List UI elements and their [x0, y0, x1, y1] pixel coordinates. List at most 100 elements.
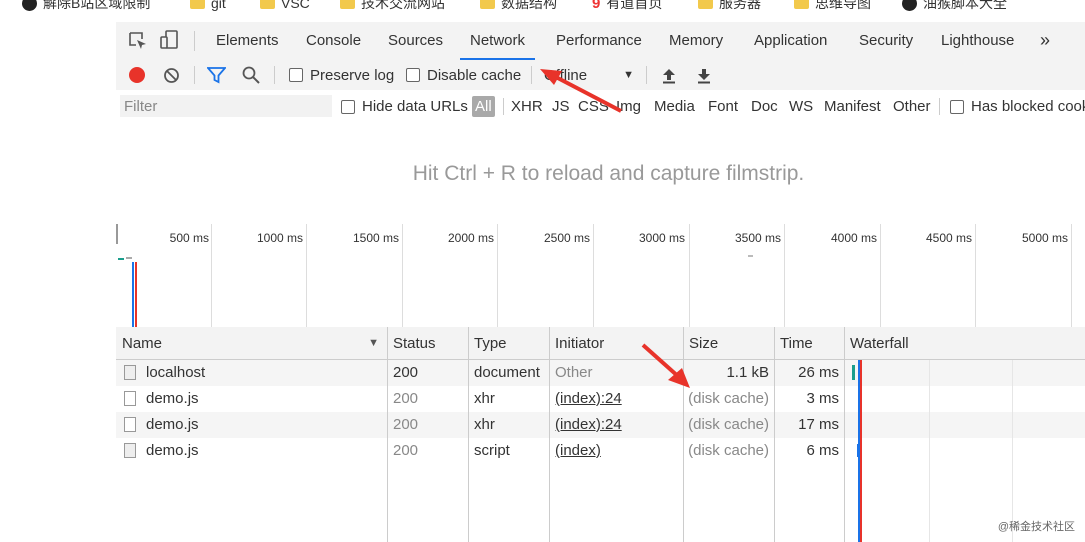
tab-lighthouse[interactable]: Lighthouse	[941, 22, 1014, 59]
tab-console[interactable]: Console	[306, 22, 361, 59]
throttling-select[interactable]: Offline ▼	[544, 60, 634, 90]
load-event-line	[860, 360, 862, 542]
circle-logo-icon	[22, 0, 37, 11]
filter-input[interactable]	[120, 95, 332, 117]
timeline-gridline	[689, 224, 690, 327]
timeline-gridline	[402, 224, 403, 327]
divider	[503, 98, 504, 115]
timeline-gridline	[784, 224, 785, 327]
timeline-tick-label: 2500 ms	[543, 231, 590, 245]
checkbox-box	[341, 99, 355, 114]
bookmark-item[interactable]: 油猴脚本大全	[902, 0, 1007, 13]
hide-data-urls-checkbox[interactable]: Hide data URLs	[341, 90, 468, 123]
timeline-tick-label: 3500 ms	[734, 231, 781, 245]
filter-type-all[interactable]: All	[472, 90, 495, 123]
bookmark-item[interactable]: 数据结构	[480, 0, 557, 13]
column-divider[interactable]	[387, 327, 388, 542]
tab-network[interactable]: Network	[459, 22, 536, 60]
timeline-tick-label: 5000 ms	[1021, 231, 1068, 245]
filter-type-other[interactable]: Other	[893, 90, 931, 123]
bookmark-item[interactable]: 服务器	[698, 0, 761, 13]
download-icon	[698, 68, 710, 83]
tab-security[interactable]: Security	[859, 22, 913, 59]
bookmark-item[interactable]: 思维导图	[794, 0, 871, 13]
column-divider[interactable]	[774, 327, 775, 542]
column-header-time[interactable]: Time	[774, 327, 844, 360]
folder-icon	[260, 0, 275, 9]
tab-performance[interactable]: Performance	[556, 22, 642, 59]
export-har-button[interactable]	[696, 60, 712, 90]
initiator-link[interactable]: (index)	[555, 442, 601, 459]
checkbox-box	[289, 68, 303, 82]
more-tabs-button[interactable]: »	[1040, 22, 1050, 59]
folder-icon	[698, 0, 713, 9]
bookmark-item[interactable]: VSC	[260, 0, 310, 13]
filter-type-font[interactable]: Font	[708, 90, 738, 123]
filter-bar: Hide data URLs All XHR JS CSS Img Media …	[116, 90, 1085, 124]
column-divider[interactable]	[468, 327, 469, 542]
clear-button[interactable]	[163, 60, 180, 90]
tab-application[interactable]: Application	[754, 22, 827, 59]
record-button[interactable]	[128, 60, 146, 90]
bookmark-item[interactable]: 解除B站区域限制	[22, 0, 150, 13]
initiator-link[interactable]: (index):24	[555, 416, 622, 433]
import-har-button[interactable]	[661, 60, 677, 90]
filter-type-css[interactable]: CSS	[578, 90, 609, 123]
preserve-log-checkbox[interactable]: Preserve log	[289, 60, 394, 90]
column-divider[interactable]	[683, 327, 684, 542]
filter-type-js[interactable]: JS	[552, 90, 570, 123]
timeline-tick-label: 2000 ms	[447, 231, 494, 245]
search-icon	[242, 66, 260, 84]
has-blocked-cookies-checkbox[interactable]: Has blocked cookies	[950, 90, 1085, 123]
waterfall-bar	[852, 365, 855, 380]
devtools-panel: Elements Console Sources Network Perform…	[116, 13, 1085, 542]
column-header-size[interactable]: Size	[683, 327, 774, 360]
tab-elements[interactable]: Elements	[216, 22, 279, 59]
device-toolbar-icon[interactable]	[160, 30, 180, 53]
filter-type-xhr[interactable]: XHR	[511, 90, 543, 123]
column-divider[interactable]	[549, 327, 550, 542]
filter-type-media[interactable]: Media	[654, 90, 695, 123]
overview-request-bar	[118, 258, 124, 260]
tab-sources[interactable]: Sources	[388, 22, 443, 59]
bookmark-item[interactable]: 技术交流网站	[340, 0, 445, 13]
filmstrip-pane: Hit Ctrl + R to reload and capture films…	[116, 123, 1085, 225]
document-file-icon	[124, 365, 136, 380]
search-button[interactable]	[242, 60, 260, 90]
column-divider[interactable]	[844, 327, 845, 542]
circle-logo-icon	[902, 0, 917, 11]
bookmark-item[interactable]: git	[190, 0, 226, 13]
tab-memory[interactable]: Memory	[669, 22, 723, 59]
folder-icon	[794, 0, 809, 9]
overview-request-bar	[126, 257, 132, 259]
timeline-tick-label: 500 ms	[169, 231, 209, 245]
timeline-tick-label: 4000 ms	[830, 231, 877, 245]
timeline-handle-left[interactable]	[116, 224, 118, 244]
filter-type-doc[interactable]: Doc	[751, 90, 778, 123]
waterfall-gridline	[929, 360, 930, 542]
column-header-waterfall[interactable]: Waterfall	[844, 327, 1085, 360]
filter-type-manifest[interactable]: Manifest	[824, 90, 881, 123]
disable-cache-checkbox[interactable]: Disable cache	[406, 60, 521, 90]
page-viewport	[0, 13, 117, 542]
filter-type-ws[interactable]: WS	[789, 90, 813, 123]
column-header-type[interactable]: Type	[468, 327, 549, 360]
filter-type-img[interactable]: Img	[616, 90, 641, 123]
script-file-icon	[124, 443, 136, 458]
table-row[interactable]: demo.js 200 script (index) (disk cache) …	[116, 438, 1085, 464]
dropdown-arrow-icon: ▼	[623, 69, 634, 81]
timeline-gridline	[593, 224, 594, 327]
table-row[interactable]: demo.js 200 xhr (index):24 (disk cache) …	[116, 386, 1085, 412]
upload-icon	[663, 68, 675, 83]
divider	[939, 98, 940, 115]
inspect-element-icon[interactable]	[128, 31, 148, 54]
table-row[interactable]: localhost 200 document Other 1.1 kB 26 m…	[116, 360, 1085, 386]
initiator-link[interactable]: (index):24	[555, 390, 622, 407]
bookmark-item[interactable]: 9 有道首页	[592, 0, 662, 13]
column-header-initiator[interactable]: Initiator	[549, 327, 683, 360]
filter-toggle-button[interactable]	[207, 60, 226, 90]
column-header-status[interactable]: Status	[387, 327, 468, 360]
folder-icon	[190, 0, 205, 9]
column-header-name[interactable]: Name ▼	[116, 327, 387, 360]
table-row[interactable]: demo.js 200 xhr (index):24 (disk cache) …	[116, 412, 1085, 438]
